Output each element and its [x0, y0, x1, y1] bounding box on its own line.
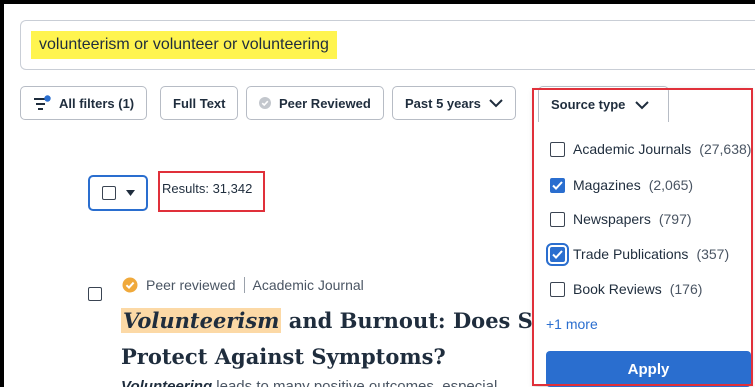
result-select-checkbox[interactable]: [88, 287, 102, 301]
snippet-highlight-term: Volunteering: [121, 378, 213, 387]
apply-button[interactable]: Apply: [546, 351, 751, 387]
option-count: (797): [658, 211, 692, 227]
search-results-page: volunteerism or volunteer or volunteerin…: [0, 0, 755, 387]
checkmark-icon: [552, 180, 563, 190]
date-range-filter-button[interactable]: Past 5 years: [392, 86, 516, 120]
more-options-link[interactable]: +1 more: [546, 316, 598, 332]
caret-down-icon: [125, 190, 135, 196]
result-title[interactable]: Volunteerism and Burnout: Does Satisfa: [121, 308, 599, 333]
snippet-text: leads to many positive outcomes, especia…: [212, 378, 498, 387]
source-option-magazines[interactable]: Magazines (2,065): [550, 177, 693, 193]
meta-divider: [243, 277, 245, 293]
all-filters-label: All filters (1): [59, 95, 135, 111]
results-count: Results: 31,342: [162, 181, 253, 196]
option-label: Newspapers: [573, 211, 651, 227]
option-count: (357): [696, 246, 730, 262]
search-query-text: volunteerism or volunteer or volunteerin…: [31, 31, 337, 59]
peer-reviewed-text: Peer reviewed: [146, 277, 236, 293]
source-type-filter-button[interactable]: Source type: [538, 86, 669, 122]
full-text-filter-button[interactable]: Full Text: [160, 86, 239, 120]
result-meta: Peer reviewed Academic Journal: [122, 277, 364, 293]
title-highlight-term: Volunteerism: [121, 308, 282, 333]
option-label: Book Reviews: [573, 281, 662, 297]
all-filters-button[interactable]: All filters (1): [20, 86, 148, 120]
peer-reviewed-filter-button[interactable]: Peer Reviewed: [246, 86, 384, 120]
academic-journals-checkbox[interactable]: [550, 141, 565, 157]
source-option-academic-journals[interactable]: Academic Journals (27,638): [550, 141, 751, 157]
option-count: (27,638): [699, 141, 752, 157]
peer-reviewed-label: Peer Reviewed: [279, 95, 371, 111]
option-label: Academic Journals: [573, 141, 692, 157]
trade-publications-checkbox[interactable]: [546, 242, 569, 266]
magazines-checkbox[interactable]: [550, 177, 565, 193]
search-input[interactable]: volunteerism or volunteer or volunteerin…: [20, 20, 755, 70]
chevron-down-icon: [489, 99, 503, 108]
option-label: Magazines: [573, 177, 641, 193]
full-text-label: Full Text: [173, 95, 226, 111]
select-all-dropdown[interactable]: [88, 175, 148, 211]
source-type-dropdown-panel: [534, 88, 751, 386]
result-title-line2[interactable]: Protect Against Symptoms?: [121, 344, 446, 369]
document-type: Academic Journal: [252, 277, 364, 293]
option-count: (176): [669, 281, 703, 297]
check-circle-icon: [259, 97, 271, 109]
option-count: (2,065): [648, 177, 694, 193]
source-option-book-reviews[interactable]: Book Reviews (176): [550, 281, 702, 297]
checkmark-icon: [552, 249, 563, 259]
option-label: Trade Publications: [573, 246, 689, 262]
source-type-label: Source type: [551, 97, 626, 112]
date-range-label: Past 5 years: [405, 95, 481, 111]
select-all-checkbox[interactable]: [101, 186, 116, 200]
chevron-down-icon: [635, 100, 650, 109]
newspapers-checkbox[interactable]: [550, 211, 565, 227]
source-option-newspapers[interactable]: Newspapers (797): [550, 211, 692, 227]
source-option-trade-publications[interactable]: Trade Publications (357): [546, 242, 730, 266]
filter-icon: [34, 95, 51, 110]
peer-reviewed-badge-icon: [122, 277, 138, 293]
result-snippet: Volunteering leads to many positive outc…: [121, 378, 497, 387]
book-reviews-checkbox[interactable]: [550, 281, 565, 297]
